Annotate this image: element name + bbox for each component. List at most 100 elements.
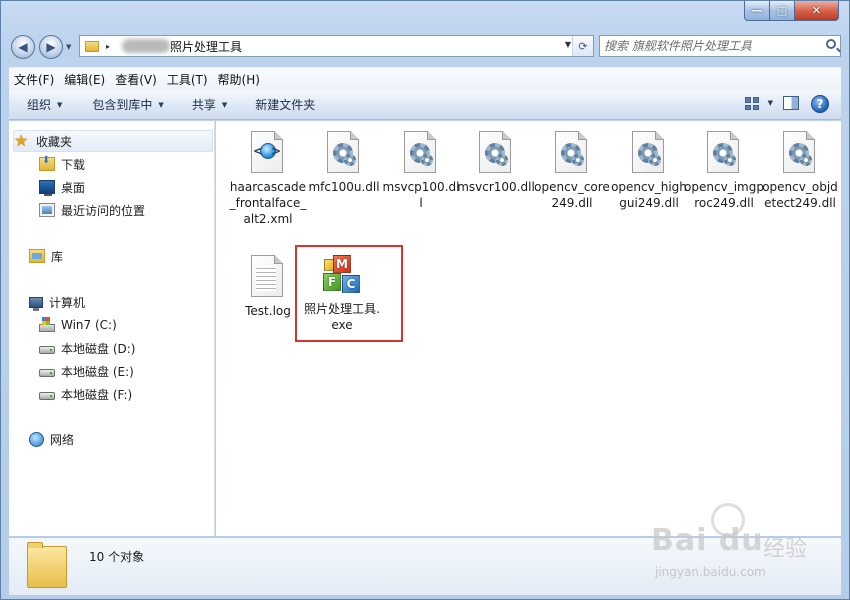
refresh-icon: ⟳ (578, 39, 588, 53)
file-item[interactable]: opencv_core249.dll (532, 131, 612, 211)
organize-button[interactable]: 组织 ▼ (27, 96, 62, 113)
file-item[interactable]: msvcr100.dll (456, 131, 536, 195)
nav-downloads-label: 下载 (61, 157, 86, 172)
windows-drive-icon (39, 316, 55, 332)
nav-item-libraries[interactable]: 库 (29, 245, 63, 267)
menu-bar: 文件(F) 编辑(E) 查看(V) 工具(T) 帮助(H) (9, 67, 841, 90)
watermark-logo: Bai du (651, 523, 764, 558)
nav-item-recent-places[interactable]: 最近访问的位置 (39, 199, 145, 221)
chevron-down-icon: ▼ (57, 100, 63, 109)
nav-drive-c-label: Win7 (C:) (61, 318, 117, 332)
chevron-down-icon: ▼ (221, 100, 228, 109)
close-icon: ✕ (811, 4, 822, 17)
breadcrumb-current-folder[interactable]: 照片处理工具 (170, 38, 242, 55)
hard-drive-icon (39, 346, 55, 354)
hard-drive-icon (39, 369, 55, 377)
folder-icon (27, 542, 67, 588)
dll-file-icon (327, 131, 361, 175)
menu-file[interactable]: 文件(F) (9, 71, 59, 88)
new-folder-label: 新建文件夹 (255, 98, 316, 112)
share-label: 共享 (191, 98, 216, 112)
file-item[interactable]: < > haarcascade_frontalface_alt2.xml (228, 131, 308, 227)
file-name: opencv_core249.dll (534, 180, 610, 210)
maximize-icon: □ (776, 4, 788, 17)
dll-file-icon (555, 131, 589, 175)
caption-buttons: — □ ✕ (744, 1, 839, 21)
nav-desktop-label: 桌面 (61, 180, 86, 195)
search-box (599, 35, 841, 57)
nav-item-network[interactable]: 网络 (29, 428, 74, 450)
nav-drive-e-label: 本地磁盘 (E:) (61, 364, 134, 379)
chevron-down-icon: ▼ (158, 100, 164, 109)
organize-label: 组织 (27, 98, 52, 112)
close-button[interactable]: ✕ (795, 1, 839, 21)
address-bar[interactable]: ▸ 照片处理工具 ▼ ⟳ (79, 35, 594, 57)
file-item[interactable]: mfc100u.dll (304, 131, 384, 195)
nav-item-downloads[interactable]: 下载 (39, 153, 85, 175)
watermark-text: 经验 (763, 537, 808, 562)
nav-item-drive-c[interactable]: Win7 (C:) (39, 314, 117, 336)
file-item[interactable]: opencv_highgui249.dll (609, 131, 689, 211)
libraries-icon (29, 249, 45, 263)
item-count: 10 个对象 (89, 550, 145, 564)
nav-item-favorites[interactable]: ★ 收藏夹 (13, 130, 213, 152)
change-view-icon[interactable] (745, 97, 759, 110)
address-dropdown-icon[interactable]: ▼ (565, 40, 571, 49)
menu-tools[interactable]: 工具(T) (162, 71, 213, 88)
star-icon: ★ (14, 131, 29, 150)
file-item[interactable]: msvcp100.dll (381, 131, 461, 211)
dll-file-icon (479, 131, 513, 175)
highlight-box (295, 245, 403, 342)
help-icon: ? (816, 97, 824, 111)
forward-button[interactable]: ▶ (39, 35, 63, 59)
share-button[interactable]: 共享 ▼ (192, 96, 227, 113)
view-options-dropdown[interactable]: ▼ (768, 99, 773, 107)
file-name: mfc100u.dll (308, 180, 380, 194)
forward-arrow-icon: ▶ (46, 40, 56, 54)
file-name: msvcr100.dll (457, 180, 535, 194)
nav-libraries-label: 库 (51, 249, 64, 264)
menu-view[interactable]: 查看(V) (110, 71, 162, 88)
menu-edit[interactable]: 编辑(E) (59, 71, 110, 88)
minimize-icon: — (751, 4, 763, 17)
maximize-button[interactable]: □ (770, 1, 795, 21)
minimize-button[interactable]: — (744, 1, 770, 21)
search-icon[interactable] (826, 39, 836, 49)
file-name: msvcp100.dll (382, 180, 460, 210)
refresh-button[interactable]: ⟳ (572, 36, 593, 56)
explorer-window: — □ ✕ ◀ ▶ ▼ ▸ 照片处理工具 ▼ ⟳ 文件(F) 编辑(E) 查看(… (0, 0, 850, 600)
file-name: haarcascade_frontalface_alt2.xml (229, 180, 307, 226)
back-button[interactable]: ◀ (11, 35, 35, 59)
menu-help[interactable]: 帮助(H) (213, 71, 265, 88)
file-item[interactable]: opencv_objdetect249.dll (760, 131, 840, 211)
nav-item-drive-f[interactable]: 本地磁盘 (F:) (39, 383, 132, 405)
preview-pane-icon[interactable] (783, 96, 799, 110)
nav-item-drive-d[interactable]: 本地磁盘 (D:) (39, 337, 135, 359)
network-icon (29, 431, 44, 447)
xml-file-icon: < > (251, 131, 285, 175)
hard-drive-icon (39, 392, 55, 400)
nav-computer-label: 计算机 (49, 295, 86, 310)
file-name: opencv_imgproc249.dll (684, 180, 764, 210)
include-in-library-button[interactable]: 包含到库中 ▼ (92, 96, 163, 113)
blurred-path-segment (122, 39, 171, 53)
nav-drive-d-label: 本地磁盘 (D:) (61, 341, 136, 356)
nav-item-drive-e[interactable]: 本地磁盘 (E:) (39, 360, 134, 382)
new-folder-button[interactable]: 新建文件夹 (255, 96, 315, 113)
breadcrumb-chevron-icon[interactable]: ▸ (106, 42, 110, 51)
search-input[interactable] (604, 37, 814, 55)
nav-item-computer[interactable]: 计算机 (29, 291, 85, 313)
nav-item-desktop[interactable]: 桌面 (39, 176, 85, 198)
file-item[interactable]: opencv_imgproc249.dll (684, 131, 764, 211)
nav-favorites-label: 收藏夹 (36, 134, 73, 149)
computer-icon (29, 296, 43, 311)
recent-pages-dropdown[interactable]: ▼ (66, 43, 71, 51)
help-button[interactable]: ? (811, 95, 829, 113)
nav-drive-f-label: 本地磁盘 (F:) (61, 387, 133, 402)
desktop-icon (39, 180, 55, 196)
file-name: opencv_highgui249.dll (611, 180, 687, 210)
command-bar: 组织 ▼ 包含到库中 ▼ 共享 ▼ 新建文件夹 ▼ ? (9, 90, 841, 120)
folder-icon (85, 40, 99, 52)
dll-file-icon (783, 131, 817, 175)
include-in-library-label: 包含到库中 (92, 98, 153, 112)
